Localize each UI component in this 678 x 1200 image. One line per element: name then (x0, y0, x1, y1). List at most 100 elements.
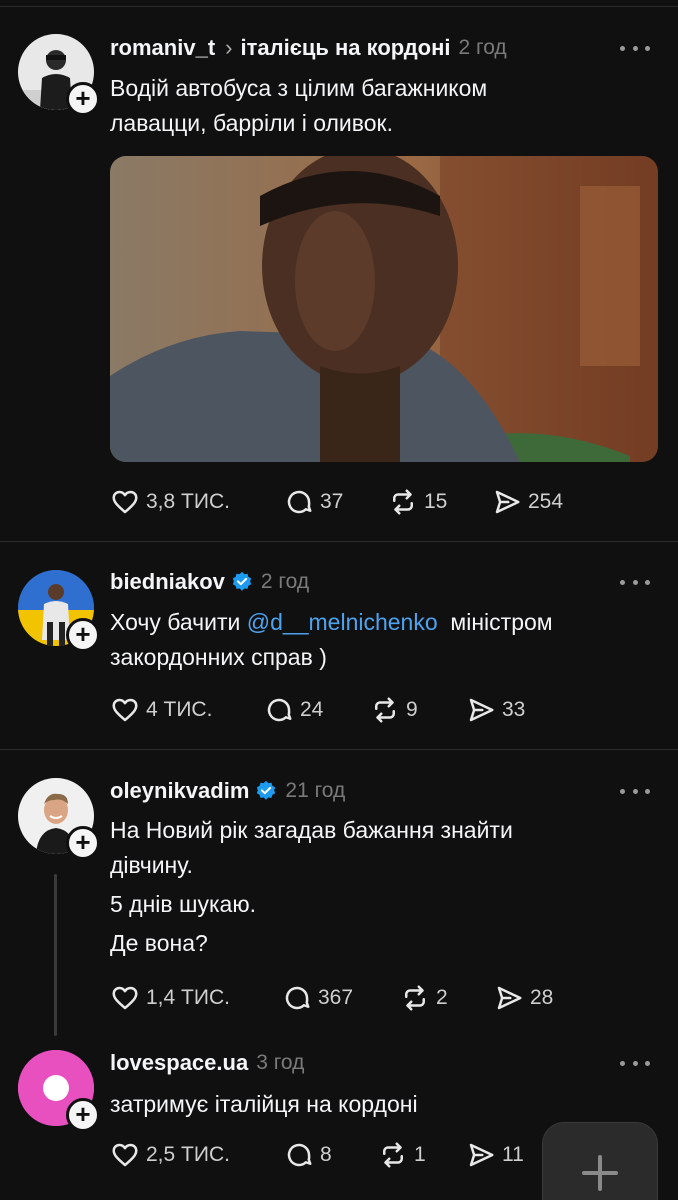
reply-button[interactable]: 367 (282, 981, 353, 1015)
post-actions: 4 ТИС. 24 9 33 (110, 693, 670, 727)
follow-plus-icon[interactable]: + (66, 1098, 100, 1132)
post-divider (0, 541, 678, 542)
repost-count: 2 (436, 986, 448, 1009)
heart-icon (112, 986, 138, 1010)
text-line: Де вона? (110, 930, 208, 956)
reply-icon (287, 1143, 312, 1167)
timestamp: 2 год (458, 36, 507, 59)
heart-icon (112, 1143, 138, 1167)
like-button[interactable]: 1,4 ТИС. (110, 981, 230, 1015)
follow-plus-icon[interactable]: + (66, 826, 100, 860)
share-button[interactable]: 11 (466, 1138, 524, 1172)
repost-button[interactable]: 15 (388, 485, 447, 519)
avatar-lovespace[interactable]: + (18, 1050, 100, 1132)
username[interactable]: oleynikvadim (110, 778, 249, 804)
share-icon (497, 986, 522, 1010)
text-line: лавацци, барріли і оливок. (110, 110, 393, 136)
reply-button[interactable]: 24 (264, 693, 323, 727)
like-count: 1,4 ТИС. (146, 986, 230, 1009)
repost-count: 1 (414, 1143, 426, 1166)
compose-button[interactable] (542, 1122, 658, 1200)
reply-button[interactable]: 37 (284, 485, 343, 519)
text-line: дівчину. (110, 852, 193, 878)
like-count: 2,5 ТИС. (146, 1143, 230, 1166)
more-icon[interactable] (620, 577, 650, 587)
like-count: 3,8 ТИС. (146, 490, 230, 513)
reply-count: 367 (318, 986, 354, 1009)
mention-link[interactable]: @d__melnichenko (247, 609, 438, 635)
reply-icon (267, 698, 292, 722)
share-icon (469, 698, 494, 722)
more-icon[interactable] (620, 43, 650, 53)
reply-count: 37 (320, 490, 344, 513)
more-icon[interactable] (620, 786, 650, 796)
post-actions: 3,8 ТИС. 37 15 254 (110, 485, 670, 519)
reply-icon (287, 490, 312, 514)
verified-icon (257, 780, 276, 800)
repost-icon (393, 489, 413, 515)
repost-icon (405, 985, 425, 1011)
username[interactable]: romaniv_t (110, 35, 215, 61)
like-button[interactable]: 3,8 ТИС. (110, 485, 230, 519)
share-button[interactable]: 254 (492, 485, 563, 519)
heart-icon (112, 698, 138, 722)
share-count: 28 (530, 986, 554, 1009)
share-button[interactable]: 28 (494, 981, 553, 1015)
reply-icon (285, 986, 310, 1010)
repost-icon (383, 1142, 403, 1168)
share-count: 33 (502, 698, 526, 721)
text-line: Водій автобуса з цілим багажником (110, 75, 488, 101)
post-header: romaniv_t › італієць на кордоні 2 год (110, 31, 507, 65)
post-text: затримує італійця на кордоні (110, 1087, 650, 1122)
repost-button[interactable]: 9 (370, 693, 418, 727)
share-count: 11 (502, 1143, 524, 1166)
timestamp: 21 год (285, 779, 346, 802)
follow-plus-icon[interactable]: + (66, 82, 100, 116)
top-divider (0, 6, 678, 7)
repost-count: 9 (406, 698, 418, 721)
thread-line (54, 874, 57, 1036)
reply-count: 24 (300, 698, 324, 721)
like-count: 4 ТИС. (146, 698, 213, 721)
timestamp: 3 год (256, 1051, 305, 1074)
repost-icon (375, 697, 395, 723)
text-line: затримує італійця на кордоні (110, 1091, 418, 1117)
compose-plus-icon (582, 1155, 618, 1191)
like-button[interactable]: 4 ТИС. (110, 693, 212, 727)
post-text: Хочу бачити @d__melnichenko міністром за… (110, 605, 650, 675)
threads-feed: + romaniv_t › італієць на кордоні 2 год … (0, 0, 678, 1200)
follow-plus-icon[interactable]: + (66, 618, 100, 652)
text-line: Хочу бачити @d__melnichenko міністром (110, 605, 650, 640)
post-header: lovespace.ua 3 год (110, 1046, 304, 1080)
text-before: Хочу бачити (110, 609, 247, 635)
share-button[interactable]: 33 (466, 693, 525, 727)
repost-button[interactable]: 2 (400, 981, 448, 1015)
verified-icon (232, 571, 252, 591)
topic-tag[interactable]: італієць на кордоні (240, 35, 450, 61)
heart-icon (112, 490, 138, 514)
chevron-right-icon: › (225, 35, 233, 60)
post-header: biedniakov 2 год (110, 565, 309, 599)
avatar-oleynikvadim[interactable]: + (18, 778, 100, 860)
text-after: міністром (437, 609, 553, 635)
avatar-romaniv[interactable]: + (18, 34, 100, 116)
like-button[interactable]: 2,5 ТИС. (110, 1138, 230, 1172)
post-image[interactable] (110, 156, 658, 462)
text-line: На Новий рік загадав бажання знайти (110, 817, 513, 843)
text-line: закордонних справ ) (110, 644, 327, 670)
username[interactable]: biedniakov (110, 569, 225, 595)
post-text: Водій автобуса з цілим багажником лавацц… (110, 71, 650, 141)
more-icon[interactable] (620, 1058, 650, 1068)
reply-button[interactable]: 8 (284, 1138, 332, 1172)
text-line: 5 днів шукаю. (110, 891, 256, 917)
post-text: На Новий рік загадав бажання знайти дівч… (110, 813, 650, 961)
avatar-biedniakov[interactable]: + (18, 570, 100, 652)
repost-count: 15 (424, 490, 448, 513)
share-count: 254 (528, 490, 564, 513)
repost-button[interactable]: 1 (378, 1138, 426, 1172)
share-icon (495, 490, 520, 514)
username[interactable]: lovespace.ua (110, 1050, 248, 1076)
post-actions: 1,4 ТИС. 367 2 28 (110, 981, 670, 1015)
share-icon (469, 1143, 494, 1167)
reply-count: 8 (320, 1143, 332, 1166)
